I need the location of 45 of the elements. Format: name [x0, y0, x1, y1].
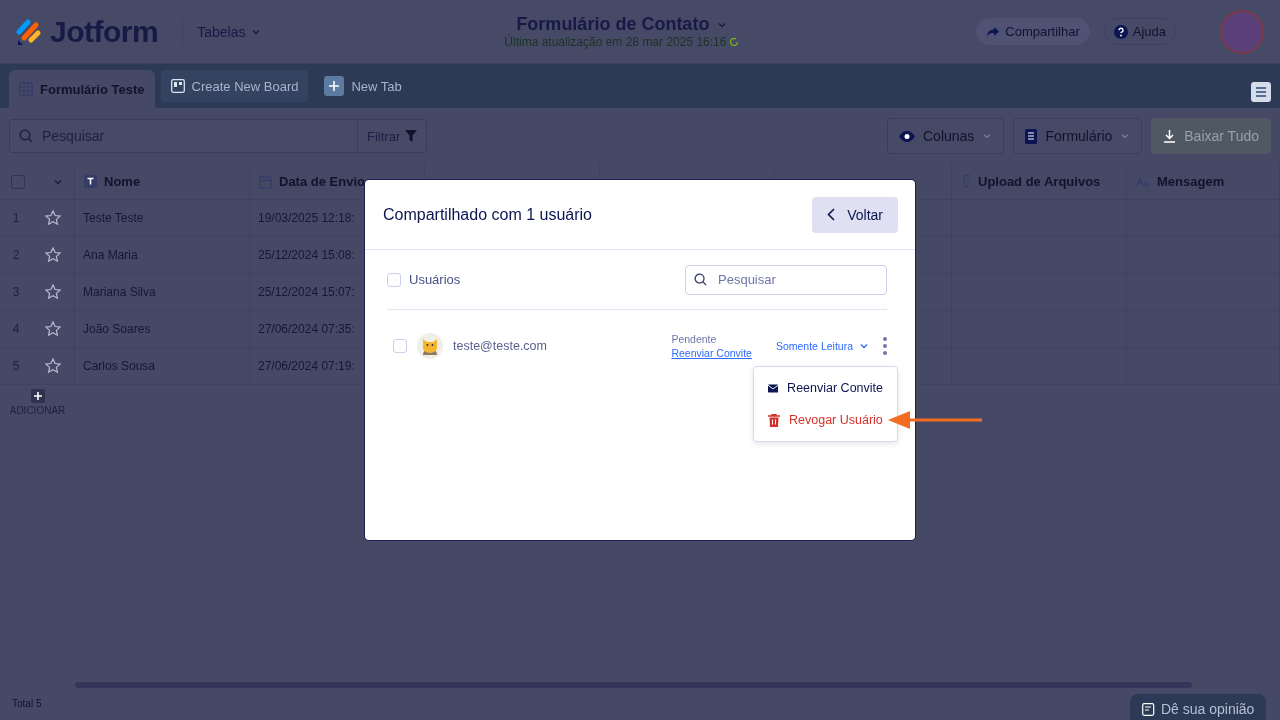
share-icon: [986, 25, 1001, 38]
search-icon: [694, 272, 707, 286]
chevron-down-icon: [982, 131, 993, 141]
chevron-left-icon: [827, 208, 836, 221]
star-icon[interactable]: [45, 247, 62, 263]
resend-invite-link[interactable]: Reenviar Convite: [671, 347, 752, 359]
form-button[interactable]: Formulário: [1013, 118, 1143, 154]
search-icon: [19, 129, 33, 143]
eye-button[interactable]: Colunas: [887, 118, 1005, 154]
last-update-text: Última atualização em 28 mar 2025 16:16: [504, 35, 727, 49]
chevron-down-icon: [1120, 131, 1131, 141]
user-search-field[interactable]: Pesquisar: [685, 264, 887, 295]
column-header[interactable]: Mensagem: [1157, 174, 1225, 189]
logo-icon: [16, 17, 42, 46]
star-icon[interactable]: [45, 321, 62, 337]
back-button[interactable]: Voltar: [812, 196, 898, 233]
menu-icon[interactable]: [1251, 82, 1271, 102]
download-icon: [1163, 129, 1177, 143]
role-dropdown[interactable]: Somente Leitura: [775, 340, 869, 352]
filter-icon: [405, 130, 418, 142]
tab[interactable]: Create New Board: [160, 70, 309, 102]
user-email: teste@teste.com: [453, 339, 548, 353]
star-icon[interactable]: [45, 358, 62, 374]
tab[interactable]: New Tab: [314, 70, 412, 102]
board-icon: [170, 79, 185, 93]
checkbox[interactable]: [10, 174, 25, 189]
chevron-down-icon: [859, 341, 869, 351]
star-icon[interactable]: [45, 284, 62, 300]
note-icon: [1142, 702, 1155, 716]
trash-icon: [768, 413, 780, 427]
refresh-icon: [729, 37, 740, 47]
star-icon[interactable]: [45, 210, 62, 226]
document-icon: [1025, 128, 1038, 144]
plus-icon: [324, 76, 345, 96]
share-button[interactable]: Compartilhar: [976, 18, 1090, 45]
feedback-button[interactable]: Dê sua opinião: [1130, 694, 1267, 720]
help-icon: [1113, 24, 1128, 39]
status-text: Pendente: [671, 333, 718, 345]
menu-item[interactable]: Reenviar Convite: [754, 372, 897, 404]
envelope-icon: [768, 382, 779, 394]
help-button[interactable]: Ajuda: [1103, 18, 1176, 45]
text-field-icon: [84, 175, 97, 188]
eye-icon: [899, 130, 915, 142]
column-header[interactable]: Nome: [104, 174, 141, 189]
plus-icon[interactable]: [32, 391, 43, 401]
